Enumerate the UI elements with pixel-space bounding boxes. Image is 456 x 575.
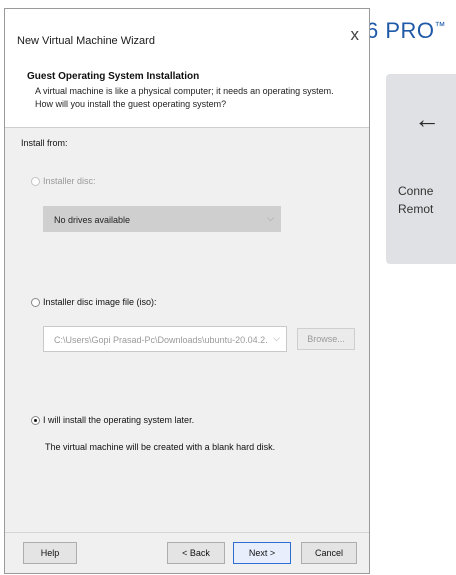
installer-disc-radio[interactable] — [31, 177, 40, 186]
connect-arrow-icon: ← — [414, 104, 440, 134]
install-later-description: The virtual machine will be created with… — [45, 442, 276, 452]
iso-path-value: C:\Users\Gopi Prasad-Pc\Downloads\ubuntu… — [54, 335, 268, 345]
tile-label-line1: Conne — [398, 184, 434, 198]
install-later-radio[interactable] — [31, 416, 40, 425]
dialog-titlebar: New Virtual Machine Wizard x — [5, 9, 369, 57]
iso-image-label: Installer disc image file (iso): — [43, 297, 157, 307]
new-vm-wizard-dialog: New Virtual Machine Wizard x Guest Opera… — [4, 8, 370, 574]
page-description: A virtual machine is like a physical com… — [35, 86, 334, 109]
page-title: Guest Operating System Installation — [27, 71, 200, 82]
connect-remote-server-tile[interactable]: ← Conne Remot — [386, 74, 456, 264]
workstation-brand: 6 PRO™ — [366, 18, 446, 44]
installer-disc-dropdown[interactable]: No drives available ⌵ — [43, 206, 281, 232]
tile-label-line2: Remot — [398, 202, 434, 216]
help-button[interactable]: Help — [23, 542, 77, 564]
back-button[interactable]: < Back — [167, 542, 225, 564]
trademark-mark: ™ — [434, 20, 447, 33]
cancel-button[interactable]: Cancel — [301, 542, 357, 564]
install-from-label: Install from: — [21, 138, 68, 148]
chevron-down-icon: ⌵ — [273, 333, 280, 343]
browse-button[interactable]: Browse... — [297, 328, 355, 350]
wizard-page-header: Guest Operating System Installation A vi… — [5, 57, 369, 128]
brand-text: 6 PRO — [366, 18, 435, 43]
chevron-down-icon: ⌵ — [267, 213, 274, 223]
iso-path-field[interactable]: C:\Users\Gopi Prasad-Pc\Downloads\ubuntu… — [43, 326, 287, 352]
dialog-footer: Help < Back Next > Cancel — [5, 532, 369, 573]
screen: 6 PRO™ ← Conne Remot New Virtual Machine… — [0, 0, 456, 575]
iso-image-radio[interactable] — [31, 298, 40, 307]
installer-disc-label: Installer disc: — [43, 176, 96, 186]
dialog-title: New Virtual Machine Wizard — [17, 35, 155, 47]
wizard-content: Install from: Installer disc: No drives … — [5, 128, 369, 534]
install-later-label: I will install the operating system late… — [43, 415, 195, 425]
close-icon[interactable]: x — [351, 25, 360, 45]
next-button[interactable]: Next > — [233, 542, 291, 564]
drive-dropdown-value: No drives available — [54, 215, 131, 225]
